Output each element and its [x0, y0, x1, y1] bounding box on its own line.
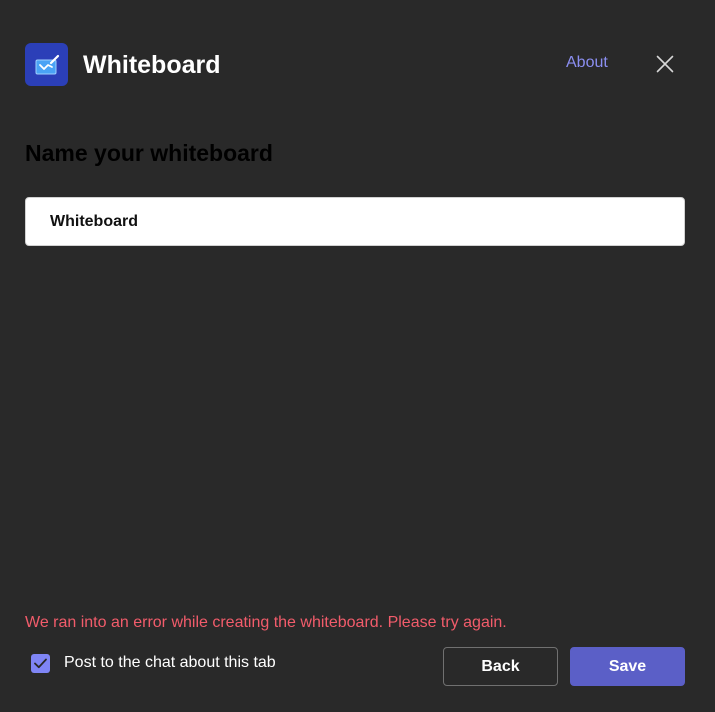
error-message: We ran into an error while creating the … [25, 614, 507, 631]
app-title: Whiteboard [83, 51, 221, 79]
whiteboard-dialog: Whiteboard About Name your whiteboard We… [0, 0, 715, 712]
post-to-chat-checkbox[interactable] [31, 654, 50, 673]
close-button[interactable] [651, 50, 679, 78]
close-icon [656, 55, 674, 73]
page-title: Name your whiteboard [25, 140, 273, 166]
post-to-chat-label[interactable]: Post to the chat about this tab [64, 653, 276, 673]
whiteboard-name-input[interactable] [25, 197, 685, 246]
about-link[interactable]: About [566, 53, 608, 73]
save-button[interactable]: Save [570, 647, 685, 686]
whiteboard-icon [35, 54, 59, 74]
whiteboard-app-icon [25, 43, 68, 86]
checkmark-icon [34, 658, 47, 669]
back-button[interactable]: Back [443, 647, 558, 686]
